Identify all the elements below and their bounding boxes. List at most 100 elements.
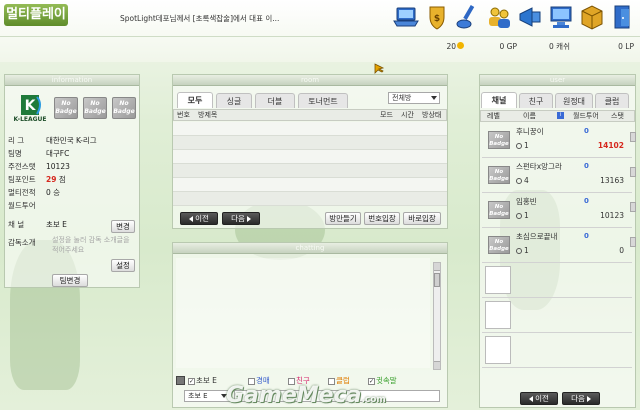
settings-button[interactable]: 설정 [111,259,135,272]
checkbox[interactable]: ✓ [188,377,195,385]
box-icon[interactable] [578,2,606,32]
coin-count: 20 [430,42,464,52]
arrow-right-icon [246,216,251,222]
room-next-button[interactable]: 다음 [222,212,260,225]
enter-by-number-button[interactable]: 번호입장 [364,212,400,225]
manager-intro-label: 감독소개 [8,238,36,247]
tab-friends[interactable]: 친구 [519,93,553,108]
info-row-multi-record: 멀티전적 0 승 [8,188,61,197]
scroll-up-icon[interactable] [434,263,440,271]
user-badge: No Badge [488,236,510,254]
user-detail-arrow[interactable] [630,237,636,247]
tab-all[interactable]: 모두 [177,92,213,108]
user-detail-arrow[interactable] [630,167,636,177]
chat-scrollbar[interactable] [433,262,441,370]
user-row[interactable]: No Badge 초심으로끝내 1 0 0 [482,228,632,263]
tab-double[interactable]: 더블 [255,93,295,108]
lp-count: 0 LP [618,42,634,51]
column-number: 번호 [177,111,190,119]
user-name: 초심으로끝내 [516,232,558,241]
room-table-header: 번호 방제목 모드 시간 방상태 [173,109,447,121]
user-photo-slot [485,301,511,329]
info-row-team-point: 팀포인트 29 점 [8,175,66,184]
notice-ticker[interactable]: SpotLight데포님께서 [초록색잡술]에서 대표 이... [120,12,330,25]
user-row-empty [482,333,632,368]
user-worldtour: 0 [584,162,589,170]
room-row[interactable] [173,150,447,164]
change-channel-button[interactable]: 변경 [111,220,135,233]
scroll-thumb[interactable] [434,273,440,287]
user-detail-arrow[interactable] [630,202,636,212]
user-level: 1 [516,141,529,150]
room-header: room [173,75,447,86]
scroll-down-icon[interactable] [434,361,440,369]
info-row-team: 팀명 대구FC [8,149,70,158]
column-time: 시간 [401,111,414,119]
coin-icon [457,42,464,49]
user-row-empty [482,263,632,298]
user-photo-slot [485,266,511,294]
user-worldtour: 0 [584,197,589,205]
info-row-league: 리 그 대한민국 K-리그 [8,136,97,145]
chat-header: chatting [173,243,447,254]
user-list: No Badge 후니꿍이 1 0 14102 No Badge 스펀타x앙그라… [480,123,635,388]
cash-count: 0 캐쉬 [549,42,570,51]
brush-icon[interactable] [454,2,482,32]
room-prev-button[interactable]: 이전 [180,212,218,225]
people-icon[interactable] [485,2,513,32]
user-row-empty [482,298,632,333]
arrow-left-icon [529,396,534,402]
exit-icon[interactable] [609,2,637,32]
user-worldtour: 0 [584,127,589,135]
league-logo: K K-LEAGUE [13,94,47,124]
user-worldtour: 0 [584,232,589,240]
user-row[interactable]: No Badge 스펀타x앙그라 4 0 13163 [482,158,632,193]
info-row-stat: 주전스탯 10123 [8,162,70,171]
badge-slot[interactable]: No Badge [54,97,78,119]
column-name: 이름 [523,112,536,120]
create-room-button[interactable]: 방만들기 [325,212,361,225]
watermark-logo: GameMeca.com [226,383,386,408]
tab-single[interactable]: 싱글 [216,93,252,108]
user-level: 4 [516,176,529,185]
user-detail-arrow[interactable] [630,132,636,142]
computer-icon[interactable] [547,2,575,32]
tab-club[interactable]: 클럽 [595,93,629,108]
info-row-channel: 채 널 초보 E [8,220,67,229]
user-prev-button[interactable]: 이전 [520,392,558,405]
megaphone-icon[interactable] [516,2,544,32]
arrow-left-icon [189,216,194,222]
room-row[interactable] [173,178,447,192]
user-badge: No Badge [488,201,510,219]
user-badge: No Badge [488,131,510,149]
room-row[interactable] [173,192,447,206]
user-row[interactable]: No Badge 임홍빈 1 0 10123 [482,193,632,228]
tab-tournament[interactable]: 토너먼트 [298,93,348,108]
badge-slot[interactable]: No Badge [83,97,107,119]
tab-expedition[interactable]: 원정대 [555,93,593,108]
app-title: 멀티플레이 [4,4,68,26]
room-row[interactable] [173,122,447,136]
league-logo-text: K-LEAGUE [13,116,47,123]
user-level: 1 [516,246,529,255]
svg-text:K: K [25,98,37,114]
room-row[interactable] [173,136,447,150]
room-row[interactable] [173,164,447,178]
shield-icon[interactable]: $ [423,2,451,32]
user-row[interactable]: No Badge 후니꿍이 1 0 14102 [482,123,632,158]
user-badge: No Badge [488,166,510,184]
chat-filter-0[interactable]: ✓ 초보 E [188,376,217,385]
laptop-icon[interactable] [392,2,420,32]
quick-enter-button[interactable]: 바로입장 [403,212,441,225]
room-filter-select[interactable]: 전체방 [388,92,440,104]
tab-channel[interactable]: 채널 [481,92,517,108]
user-name: 스펀타x앙그라 [516,162,562,171]
chat-channel-select[interactable]: 초보 E [184,390,230,402]
badge-slot[interactable]: No Badge [112,97,136,119]
top-icon-bar: $ [392,2,640,34]
team-change-button[interactable]: 팀변경 [52,274,88,287]
chat-expand-button[interactable] [176,376,185,385]
user-stat: 10123 [600,211,624,220]
user-next-button[interactable]: 다음 [562,392,600,405]
user-name: 임홍빈 [516,197,537,206]
